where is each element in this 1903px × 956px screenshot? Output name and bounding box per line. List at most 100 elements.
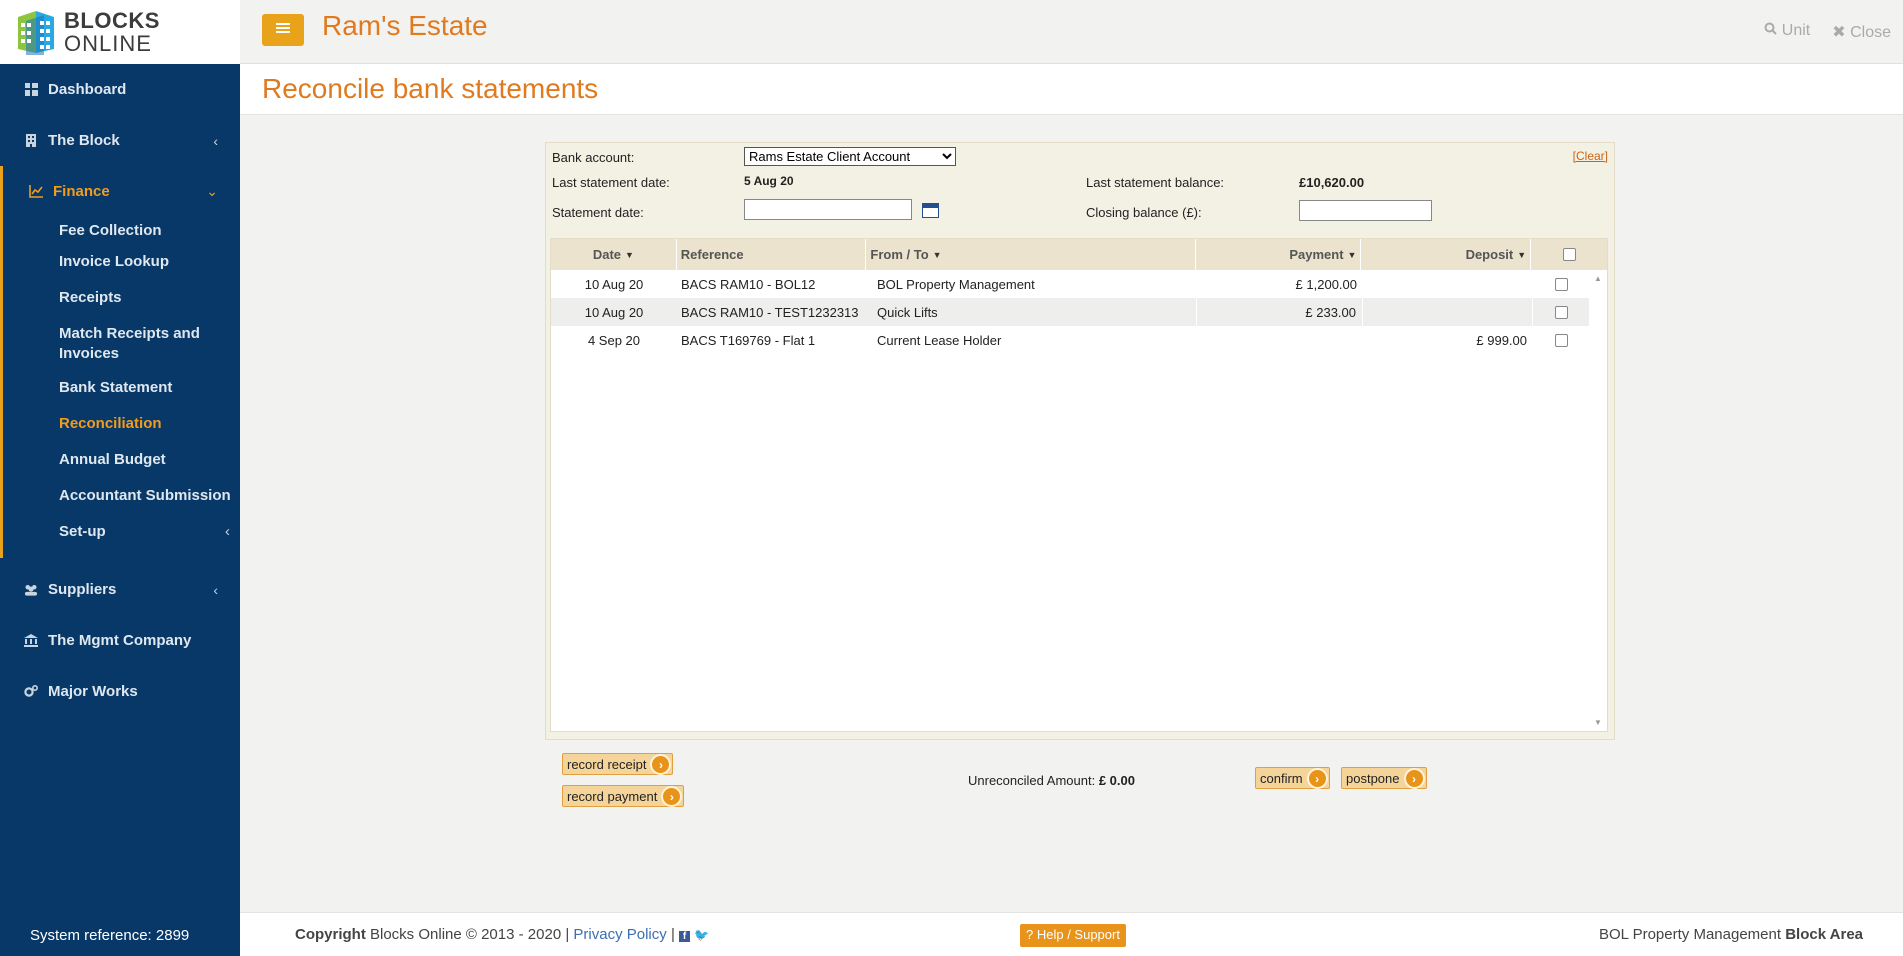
record-payment-button[interactable]: record payment ›	[562, 785, 685, 807]
company-info: BOL Property Management Block Area	[1599, 926, 1863, 943]
finance-group: Finance ⌄ Fee Collection Invoice Lookup …	[0, 166, 240, 558]
sidebar-subitem-annual-budget[interactable]: Annual Budget	[3, 450, 240, 486]
row-checkbox[interactable]	[1554, 277, 1568, 291]
bank-account-label: Bank account:	[552, 150, 635, 165]
facebook-icon[interactable]: f	[679, 931, 691, 942]
chevron-left-icon: ‹	[213, 132, 218, 149]
sidebar: BLOCKS ONLINE Dashboard The Block ‹ Fina…	[0, 0, 240, 956]
column-header-date[interactable]: Date ▼	[551, 239, 677, 270]
close-button[interactable]: ✖ Close	[1832, 22, 1891, 42]
cell-date: 4 Sep 20	[587, 332, 641, 348]
cogs-icon	[24, 685, 38, 699]
column-header-label: Date	[592, 247, 622, 262]
cell-select	[1533, 270, 1589, 298]
cell-payment: £ 1,200.00	[1295, 276, 1357, 292]
postpone-button[interactable]: postpone ›	[1341, 767, 1427, 789]
hamburger-icon	[276, 21, 290, 39]
calendar-icon[interactable]	[922, 203, 939, 218]
column-header-reference[interactable]: Reference	[677, 239, 867, 270]
arrow-right-icon: ›	[1306, 768, 1328, 789]
table-row[interactable]: 4 Sep 20 BACS T169769 - Flat 1 Current L…	[551, 326, 1589, 354]
close-label: Close	[1850, 24, 1891, 41]
copyright-label: Copyright	[295, 926, 366, 943]
select-all-checkbox[interactable]	[1562, 248, 1576, 261]
sidebar-subitem-reconciliation[interactable]: Reconciliation	[3, 414, 240, 450]
sidebar-item-label: The Mgmt Company	[48, 632, 192, 649]
chevron-left-icon: ‹	[225, 523, 230, 540]
question-circle-icon: ?	[1026, 927, 1034, 942]
last-statement-date-value: 5 Aug 20	[744, 174, 794, 188]
statement-date-input[interactable]	[744, 199, 912, 220]
confirm-button[interactable]: confirm ›	[1255, 767, 1330, 789]
row-checkbox[interactable]	[1554, 333, 1568, 347]
sidebar-subitem-invoice-lookup[interactable]: Invoice Lookup	[3, 252, 240, 288]
sidebar-item-label: Dashboard	[48, 81, 127, 98]
search-icon	[1764, 22, 1781, 39]
scroll-down-icon[interactable]: ▼	[1594, 718, 1602, 727]
cell-from-to: BOL Property Management	[877, 276, 1035, 292]
row-checkbox[interactable]	[1554, 305, 1568, 319]
sidebar-subitem-set-up[interactable]: Set-up ‹	[3, 522, 240, 550]
closing-balance-input[interactable]	[1299, 200, 1432, 221]
cell-select	[1533, 298, 1589, 326]
cell-select	[1533, 326, 1589, 354]
cell-reference: BACS RAM10 - TEST1232313	[681, 304, 859, 320]
grid-scrollbar[interactable]: ▲ ▼	[1589, 270, 1607, 731]
logo[interactable]: BLOCKS ONLINE	[0, 0, 240, 64]
column-header-label: From / To	[870, 247, 929, 262]
closing-balance-label: Closing balance (£):	[1086, 205, 1202, 220]
unreconciled-value: £ 0.00	[1098, 773, 1135, 788]
bank-account-select[interactable]: Rams Estate Client Account	[744, 147, 956, 166]
clear-link[interactable]: [Clear]	[1573, 149, 1608, 163]
bank-icon	[24, 634, 38, 648]
system-reference: System reference: 2899	[30, 927, 190, 944]
sidebar-subitem-bank-statement[interactable]: Bank Statement	[3, 378, 240, 414]
sidebar-subitem-accountant-submission[interactable]: Accountant Submission	[3, 486, 240, 522]
sidebar-item-suppliers[interactable]: Suppliers ‹	[0, 564, 240, 615]
unreconciled-label: Unreconciled Amount:	[968, 773, 1096, 788]
sidebar-item-dashboard[interactable]: Dashboard	[0, 64, 240, 115]
sidebar-subitem-match-receipts[interactable]: Match Receipts and Invoices	[3, 324, 203, 378]
menu-toggle-button[interactable]	[262, 14, 304, 46]
sidebar-subitem-receipts[interactable]: Receipts	[3, 288, 240, 324]
cell-reference: BACS T169769 - Flat 1	[681, 332, 816, 348]
unit-search-button[interactable]: Unit	[1764, 22, 1810, 42]
close-icon: ✖	[1832, 24, 1846, 41]
table-row[interactable]: 10 Aug 20 BACS RAM10 - TEST1232313 Quick…	[551, 298, 1589, 326]
column-header-label: Deposit	[1465, 247, 1514, 262]
table-row[interactable]: 10 Aug 20 BACS RAM10 - BOL12 BOL Propert…	[551, 270, 1589, 298]
button-label: confirm	[1260, 770, 1303, 786]
column-header-payment[interactable]: Payment ▼	[1196, 239, 1362, 270]
column-header-select-all[interactable]	[1531, 239, 1607, 270]
sort-down-icon: ▼	[932, 249, 942, 260]
column-header-from-to[interactable]: From / To ▼	[866, 239, 1196, 270]
last-statement-balance-label: Last statement balance:	[1086, 175, 1225, 190]
sidebar-item-major-works[interactable]: Major Works	[0, 666, 240, 717]
page-header: Reconcile bank statements	[240, 64, 1903, 115]
copyright: Copyright Blocks Online © 2013 - 2020 | …	[295, 926, 709, 943]
cell-payment	[1197, 326, 1363, 354]
scroll-up-icon[interactable]: ▲	[1594, 274, 1602, 283]
last-statement-balance-value: £10,620.00	[1299, 175, 1365, 190]
record-receipt-button[interactable]: record receipt ›	[562, 753, 674, 775]
statement-date-label: Statement date:	[552, 205, 644, 220]
help-support-button[interactable]: ? Help / Support	[1020, 924, 1126, 947]
sidebar-item-the-block[interactable]: The Block ‹	[0, 115, 240, 166]
sidebar-item-mgmt-company[interactable]: The Mgmt Company	[0, 615, 240, 666]
column-header-deposit[interactable]: Deposit ▼	[1361, 239, 1532, 270]
sidebar-subitem-fee-collection[interactable]: Fee Collection	[3, 221, 240, 252]
grid-rows: 10 Aug 20 BACS RAM10 - BOL12 BOL Propert…	[551, 270, 1589, 354]
column-header-label: Reference	[680, 247, 744, 262]
button-label: Help / Support	[1036, 927, 1120, 942]
blocks-logo-icon	[14, 9, 58, 55]
footer: Copyright Blocks Online © 2013 - 2020 | …	[240, 912, 1903, 956]
twitter-icon[interactable]: 🐦	[694, 928, 709, 942]
grid-header: Date ▼ Reference From / To ▼ Payment ▼ Depo…	[551, 239, 1607, 270]
copyright-text: Blocks Online © 2013 - 2020 |	[370, 926, 570, 943]
company-name: BOL Property Management	[1598, 926, 1782, 943]
users-icon	[24, 583, 38, 597]
sidebar-item-finance[interactable]: Finance ⌄	[3, 166, 240, 217]
footer-separator: |	[670, 926, 675, 943]
sidebar-nav: Dashboard The Block ‹ Finance ⌄ Fee Coll…	[0, 64, 240, 717]
privacy-policy-link[interactable]: Privacy Policy	[573, 926, 666, 943]
